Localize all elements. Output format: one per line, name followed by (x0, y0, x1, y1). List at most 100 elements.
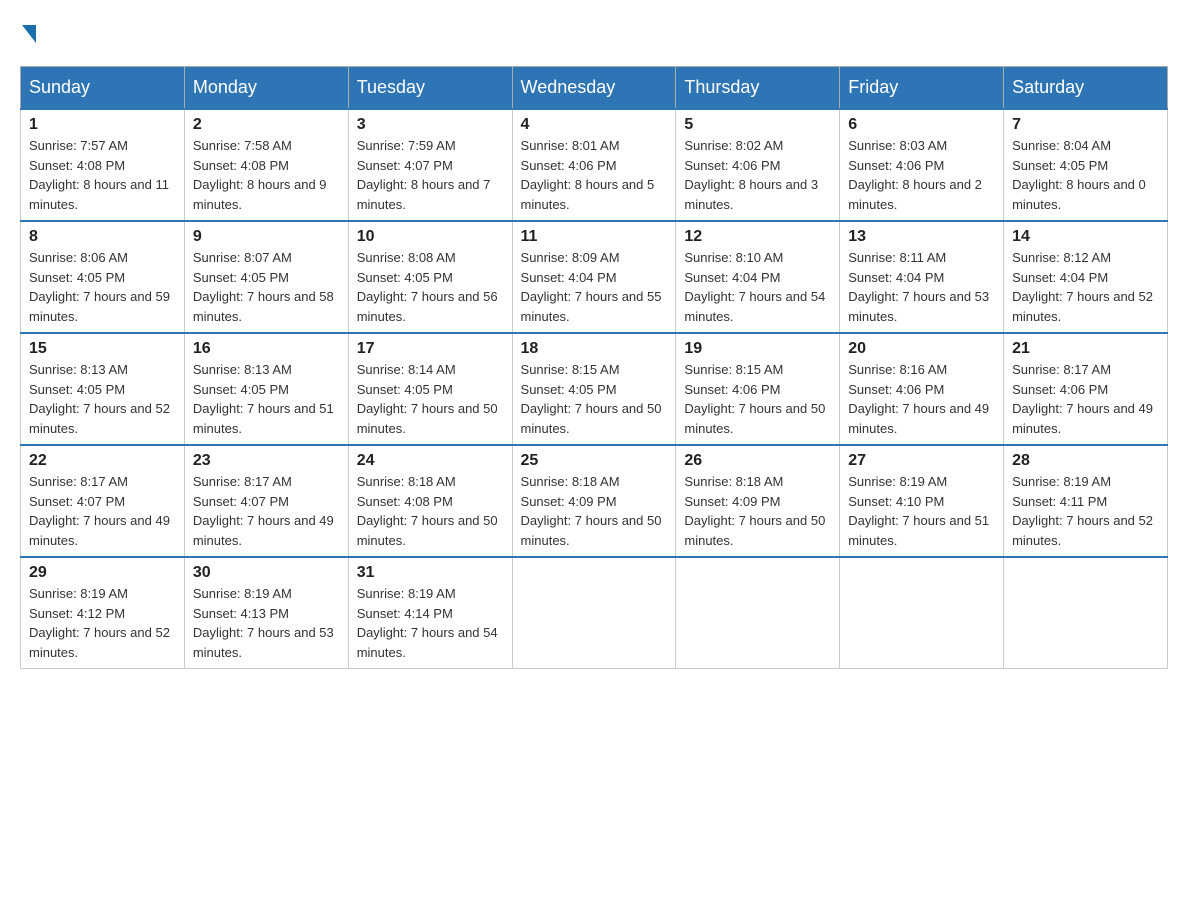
week-row-2: 8 Sunrise: 8:06 AMSunset: 4:05 PMDaylight… (21, 221, 1168, 333)
calendar-cell: 19 Sunrise: 8:15 AMSunset: 4:06 PMDayligh… (676, 333, 840, 445)
day-info: Sunrise: 8:06 AMSunset: 4:05 PMDaylight:… (29, 248, 176, 326)
calendar-cell: 25 Sunrise: 8:18 AMSunset: 4:09 PMDayligh… (512, 445, 676, 557)
calendar-cell: 21 Sunrise: 8:17 AMSunset: 4:06 PMDayligh… (1004, 333, 1168, 445)
week-row-4: 22 Sunrise: 8:17 AMSunset: 4:07 PMDayligh… (21, 445, 1168, 557)
day-number: 24 (357, 452, 504, 470)
calendar-cell: 22 Sunrise: 8:17 AMSunset: 4:07 PMDayligh… (21, 445, 185, 557)
calendar-cell: 24Sunrise: 8:18 AMSunset: 4:08 PMDayligh… (348, 445, 512, 557)
calendar-cell (512, 557, 676, 669)
day-info: Sunrise: 8:01 AMSunset: 4:06 PMDaylight:… (521, 136, 668, 214)
day-number: 19 (684, 340, 831, 358)
day-number: 27 (848, 452, 995, 470)
day-info: Sunrise: 8:18 AMSunset: 4:09 PMDaylight:… (521, 472, 668, 550)
day-info: Sunrise: 8:03 AMSunset: 4:06 PMDaylight:… (848, 136, 995, 214)
calendar-cell: 17 Sunrise: 8:14 AMSunset: 4:05 PMDayligh… (348, 333, 512, 445)
calendar-cell (840, 557, 1004, 669)
day-info: Sunrise: 8:19 AMSunset: 4:12 PMDaylight:… (29, 584, 176, 662)
day-number: 20 (848, 340, 995, 358)
day-number: 10 (357, 228, 504, 246)
calendar-cell: 14 Sunrise: 8:12 AMSunset: 4:04 PMDayligh… (1004, 221, 1168, 333)
day-number: 4 (521, 116, 668, 134)
weekday-header-wednesday: Wednesday (512, 67, 676, 110)
day-info: Sunrise: 8:15 AMSunset: 4:06 PMDaylight:… (684, 360, 831, 438)
calendar-cell: 20 Sunrise: 8:16 AMSunset: 4:06 PMDayligh… (840, 333, 1004, 445)
day-number: 8 (29, 228, 176, 246)
day-number: 22 (29, 452, 176, 470)
page-header (20, 20, 1168, 46)
day-info: Sunrise: 7:58 AMSunset: 4:08 PMDaylight:… (193, 136, 340, 214)
calendar-cell: 8 Sunrise: 8:06 AMSunset: 4:05 PMDaylight… (21, 221, 185, 333)
day-info: Sunrise: 8:08 AMSunset: 4:05 PMDaylight:… (357, 248, 504, 326)
day-number: 13 (848, 228, 995, 246)
weekday-header-thursday: Thursday (676, 67, 840, 110)
week-row-3: 15Sunrise: 8:13 AMSunset: 4:05 PMDayligh… (21, 333, 1168, 445)
calendar-cell: 16Sunrise: 8:13 AMSunset: 4:05 PMDayligh… (184, 333, 348, 445)
day-number: 18 (521, 340, 668, 358)
day-number: 2 (193, 116, 340, 134)
calendar-cell: 3 Sunrise: 7:59 AMSunset: 4:07 PMDaylight… (348, 109, 512, 221)
calendar-cell: 26 Sunrise: 8:18 AMSunset: 4:09 PMDayligh… (676, 445, 840, 557)
calendar-cell: 31Sunrise: 8:19 AMSunset: 4:14 PMDayligh… (348, 557, 512, 669)
day-info: Sunrise: 8:04 AMSunset: 4:05 PMDaylight:… (1012, 136, 1159, 214)
day-number: 25 (521, 452, 668, 470)
calendar-cell (1004, 557, 1168, 669)
calendar-cell: 23 Sunrise: 8:17 AMSunset: 4:07 PMDayligh… (184, 445, 348, 557)
day-number: 23 (193, 452, 340, 470)
calendar-cell: 29 Sunrise: 8:19 AMSunset: 4:12 PMDayligh… (21, 557, 185, 669)
calendar-cell: 5 Sunrise: 8:02 AMSunset: 4:06 PMDaylight… (676, 109, 840, 221)
day-info: Sunrise: 8:17 AMSunset: 4:07 PMDaylight:… (29, 472, 176, 550)
day-info: Sunrise: 8:09 AMSunset: 4:04 PMDaylight:… (521, 248, 668, 326)
weekday-header-monday: Monday (184, 67, 348, 110)
calendar-cell: 4 Sunrise: 8:01 AMSunset: 4:06 PMDaylight… (512, 109, 676, 221)
day-number: 21 (1012, 340, 1159, 358)
calendar-cell: 18 Sunrise: 8:15 AMSunset: 4:05 PMDayligh… (512, 333, 676, 445)
calendar-cell: 6 Sunrise: 8:03 AMSunset: 4:06 PMDaylight… (840, 109, 1004, 221)
day-info: Sunrise: 8:02 AMSunset: 4:06 PMDaylight:… (684, 136, 831, 214)
day-info: Sunrise: 8:12 AMSunset: 4:04 PMDaylight:… (1012, 248, 1159, 326)
day-info: Sunrise: 8:19 AMSunset: 4:11 PMDaylight:… (1012, 472, 1159, 550)
day-number: 29 (29, 564, 176, 582)
day-number: 26 (684, 452, 831, 470)
calendar-cell (676, 557, 840, 669)
day-info: Sunrise: 8:19 AMSunset: 4:10 PMDaylight:… (848, 472, 995, 550)
calendar-table: SundayMondayTuesdayWednesdayThursdayFrid… (20, 66, 1168, 669)
calendar-cell: 2 Sunrise: 7:58 AMSunset: 4:08 PMDaylight… (184, 109, 348, 221)
calendar-cell: 27 Sunrise: 8:19 AMSunset: 4:10 PMDayligh… (840, 445, 1004, 557)
day-number: 9 (193, 228, 340, 246)
day-number: 28 (1012, 452, 1159, 470)
weekday-header-row: SundayMondayTuesdayWednesdayThursdayFrid… (21, 67, 1168, 110)
calendar-cell: 9Sunrise: 8:07 AMSunset: 4:05 PMDaylight… (184, 221, 348, 333)
day-number: 3 (357, 116, 504, 134)
day-info: Sunrise: 8:11 AMSunset: 4:04 PMDaylight:… (848, 248, 995, 326)
day-info: Sunrise: 7:59 AMSunset: 4:07 PMDaylight:… (357, 136, 504, 214)
day-number: 16 (193, 340, 340, 358)
day-number: 15 (29, 340, 176, 358)
calendar-cell: 7 Sunrise: 8:04 AMSunset: 4:05 PMDaylight… (1004, 109, 1168, 221)
calendar-cell: 13 Sunrise: 8:11 AMSunset: 4:04 PMDayligh… (840, 221, 1004, 333)
day-number: 17 (357, 340, 504, 358)
day-info: Sunrise: 8:17 AMSunset: 4:07 PMDaylight:… (193, 472, 340, 550)
day-info: Sunrise: 8:19 AMSunset: 4:13 PMDaylight:… (193, 584, 340, 662)
logo-triangle-icon (22, 25, 36, 43)
day-number: 1 (29, 116, 176, 134)
day-number: 5 (684, 116, 831, 134)
weekday-header-friday: Friday (840, 67, 1004, 110)
day-info: Sunrise: 7:57 AMSunset: 4:08 PMDaylight:… (29, 136, 176, 214)
weekday-header-sunday: Sunday (21, 67, 185, 110)
day-info: Sunrise: 8:15 AMSunset: 4:05 PMDaylight:… (521, 360, 668, 438)
calendar-cell: 1 Sunrise: 7:57 AMSunset: 4:08 PMDaylight… (21, 109, 185, 221)
week-row-1: 1 Sunrise: 7:57 AMSunset: 4:08 PMDaylight… (21, 109, 1168, 221)
day-info: Sunrise: 8:18 AMSunset: 4:09 PMDaylight:… (684, 472, 831, 550)
day-info: Sunrise: 8:14 AMSunset: 4:05 PMDaylight:… (357, 360, 504, 438)
calendar-cell: 11 Sunrise: 8:09 AMSunset: 4:04 PMDayligh… (512, 221, 676, 333)
day-number: 12 (684, 228, 831, 246)
day-info: Sunrise: 8:10 AMSunset: 4:04 PMDaylight:… (684, 248, 831, 326)
calendar-cell: 28 Sunrise: 8:19 AMSunset: 4:11 PMDayligh… (1004, 445, 1168, 557)
day-number: 14 (1012, 228, 1159, 246)
day-info: Sunrise: 8:17 AMSunset: 4:06 PMDaylight:… (1012, 360, 1159, 438)
calendar-cell: 30Sunrise: 8:19 AMSunset: 4:13 PMDayligh… (184, 557, 348, 669)
day-number: 7 (1012, 116, 1159, 134)
day-number: 6 (848, 116, 995, 134)
day-info: Sunrise: 8:16 AMSunset: 4:06 PMDaylight:… (848, 360, 995, 438)
day-number: 11 (521, 228, 668, 246)
